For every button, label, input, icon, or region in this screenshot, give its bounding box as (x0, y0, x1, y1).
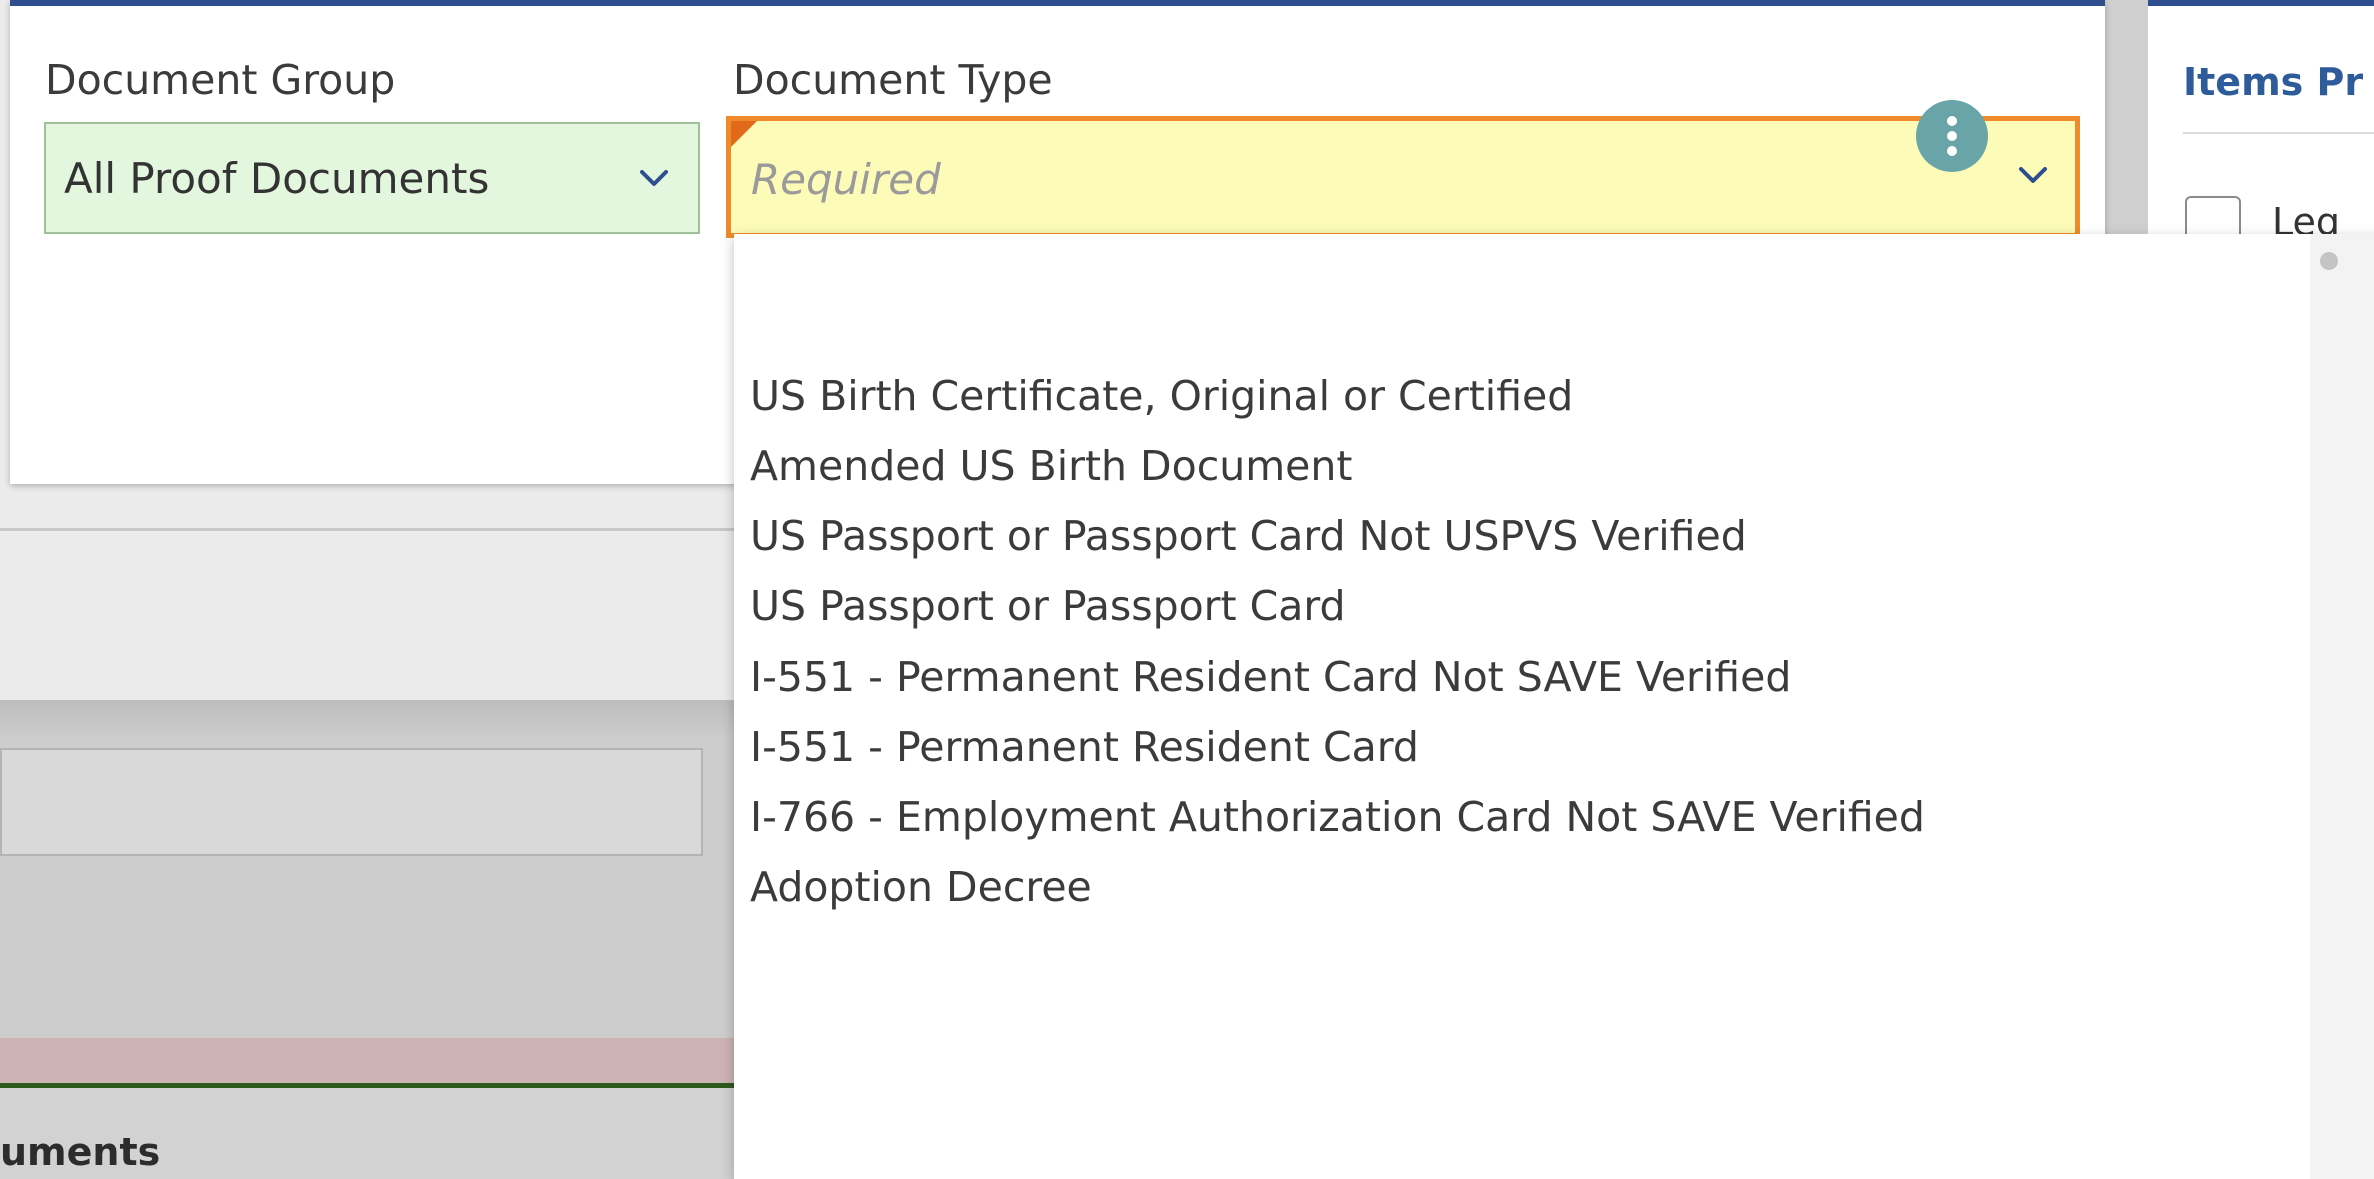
dropdown-option[interactable]: Amended US Birth Document (750, 442, 1352, 490)
items-heading-divider (2183, 132, 2374, 134)
dropdown-option[interactable]: US Passport or Passport Card Not USPVS V… (750, 512, 1747, 560)
items-card (2148, 0, 2374, 240)
document-type-dropdown: US Birth Certificate, Original or Certif… (734, 234, 2374, 1179)
dropdown-option[interactable]: Adoption Decree (750, 863, 1092, 911)
document-group-label: Document Group (45, 56, 396, 104)
document-type-select[interactable]: Required (726, 116, 2080, 238)
chevron-down-icon (640, 170, 668, 186)
dropdown-option[interactable]: I-551 - Permanent Resident Card Not SAVE… (750, 653, 1791, 701)
document-type-label: Document Type (733, 56, 1053, 104)
panel-shadow (0, 700, 740, 740)
chevron-down-icon (2019, 167, 2047, 183)
dropdown-option[interactable]: I-551 - Permanent Resident Card (750, 723, 1419, 771)
scrollbar-thumb[interactable] (2320, 252, 2338, 270)
items-heading: Items Pr (2183, 60, 2364, 104)
document-type-placeholder: Required (751, 155, 941, 204)
document-group-select[interactable]: All Proof Documents (44, 122, 700, 234)
background-input[interactable] (0, 748, 703, 856)
divider (0, 528, 740, 531)
dropdown-option[interactable]: US Birth Certificate, Original or Certif… (750, 372, 1573, 420)
dropdown-option[interactable]: US Passport or Passport Card (750, 582, 1346, 630)
dropdown-option[interactable]: I-766 - Employment Authorization Card No… (750, 793, 1925, 841)
required-indicator (731, 121, 757, 147)
scrollbar[interactable] (2310, 234, 2374, 1179)
background-alert-strip (0, 1038, 740, 1088)
more-vertical-icon[interactable] (1916, 100, 1988, 172)
documents-section-title: uments (0, 1130, 161, 1174)
document-group-value: All Proof Documents (64, 154, 490, 203)
